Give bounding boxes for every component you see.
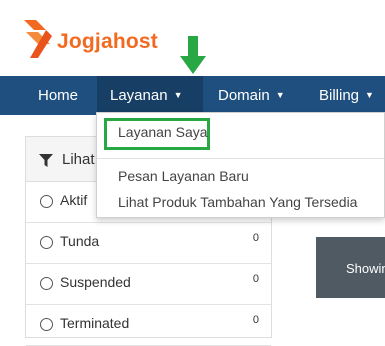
table-info-bar: Showing [316, 237, 385, 298]
brand-name: Jogjahost [57, 30, 158, 53]
status-row-terminated[interactable]: Terminated 0 [26, 305, 271, 346]
nav-home[interactable]: Home [28, 76, 88, 115]
nav-home-label: Home [38, 87, 79, 104]
status-label: Tunda [60, 233, 100, 249]
filter-icon [39, 154, 53, 167]
menu-divider [97, 158, 384, 159]
nav-layanan[interactable]: Layanan ▼ [97, 76, 203, 115]
status-count: 0 [252, 273, 259, 285]
main-navbar: Home Layanan ▼ Domain ▼ Billing ▼ [0, 76, 385, 115]
nav-billing-label: Billing [319, 87, 360, 104]
site-logo[interactable]: Jogjahost [22, 18, 182, 62]
layanan-dropdown-menu: Layanan Saya Pesan Layanan Baru Lihat Pr… [96, 112, 385, 218]
status-label: Suspended [60, 274, 131, 290]
status-label: Terminated [60, 315, 130, 331]
radio-button[interactable] [40, 277, 53, 290]
radio-button[interactable] [40, 195, 53, 208]
chevron-down-icon: ▼ [365, 90, 374, 100]
nav-domain[interactable]: Domain ▼ [208, 76, 295, 115]
filter-panel-title: Lihat [62, 151, 95, 168]
annotation-arrow-icon [180, 36, 206, 74]
status-count: 0 [252, 314, 259, 326]
chevron-down-icon: ▼ [173, 90, 183, 100]
chevron-down-icon: ▼ [275, 90, 285, 100]
menu-item-pesan-layanan-baru[interactable]: Pesan Layanan Baru [118, 168, 249, 184]
showing-text: Showing [346, 261, 385, 276]
logo-mark-icon [24, 20, 52, 58]
status-label: Aktif [60, 192, 88, 208]
nav-billing[interactable]: Billing ▼ [309, 76, 384, 115]
menu-item-layanan-saya[interactable]: Layanan Saya [118, 124, 208, 140]
nav-layanan-label: Layanan [110, 87, 168, 104]
status-row-tunda[interactable]: Tunda 0 [26, 223, 271, 264]
status-count: 0 [252, 232, 259, 244]
status-row-suspended[interactable]: Suspended 0 [26, 264, 271, 305]
radio-button[interactable] [40, 236, 53, 249]
menu-item-lihat-produk-tambahan[interactable]: Lihat Produk Tambahan Yang Tersedia [118, 194, 357, 210]
nav-domain-label: Domain [218, 87, 270, 104]
radio-button[interactable] [40, 318, 53, 331]
site-header: Jogjahost [0, 0, 385, 76]
